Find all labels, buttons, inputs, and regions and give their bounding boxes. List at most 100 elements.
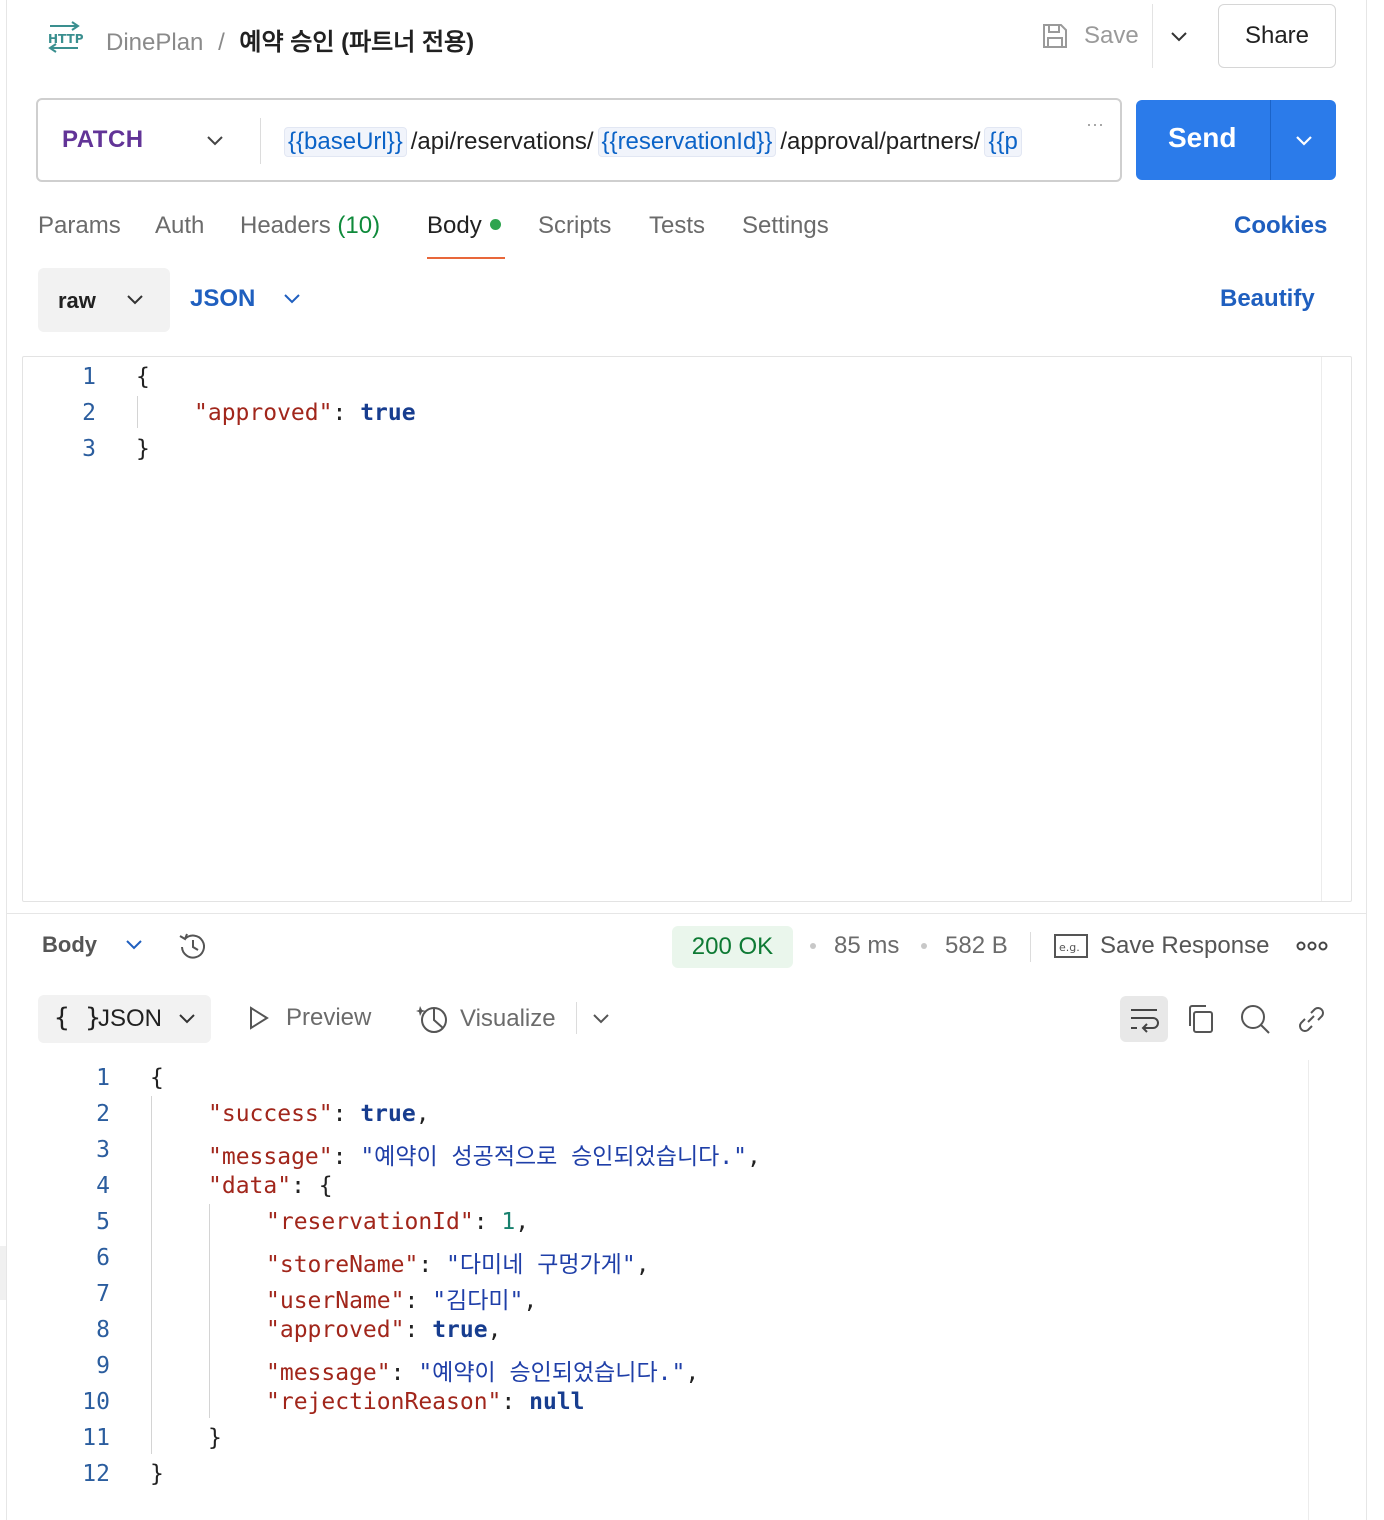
tab-settings[interactable]: Settings <box>742 212 829 240</box>
line-number: 2 <box>96 1101 110 1127</box>
visualize-button[interactable]: Visualize <box>416 1002 556 1036</box>
json-value: true <box>432 1317 488 1343</box>
code-line: "message": "예약이 승인되었습니다.", <box>266 1360 700 1386</box>
method-divider <box>260 118 261 164</box>
response-time[interactable]: 85 ms <box>834 932 899 960</box>
line-number: 11 <box>82 1425 110 1451</box>
preview-button[interactable]: Preview <box>246 1004 371 1032</box>
save-options-button[interactable] <box>1166 24 1192 50</box>
url-variable[interactable]: {{reservationId}} <box>597 127 777 157</box>
body-mode-label: raw <box>58 288 96 313</box>
json-value: "김다미" <box>432 1288 524 1314</box>
code-line: "userName": "김다미", <box>266 1288 538 1314</box>
line-number: 12 <box>82 1461 110 1487</box>
json-key: "userName" <box>266 1288 405 1314</box>
left-edge-stub <box>0 1246 6 1300</box>
code-brace-close: } <box>136 436 150 462</box>
chevron-down-icon[interactable] <box>1291 128 1317 154</box>
json-value: true <box>360 400 416 426</box>
history-icon[interactable] <box>176 930 210 964</box>
save-label: Save <box>1084 22 1139 49</box>
line-number: 2 <box>82 400 96 426</box>
save-response-button[interactable]: e.g. Save Response <box>1054 932 1269 960</box>
url-variable[interactable]: {{p <box>984 127 1022 157</box>
code-brace-close: } <box>208 1425 222 1451</box>
chevron-down-icon <box>1171 32 1187 42</box>
svg-text:e.g.: e.g. <box>1059 941 1080 954</box>
code-line: "success": true, <box>208 1101 430 1127</box>
active-tab-underline <box>427 257 505 259</box>
example-icon: e.g. <box>1054 934 1088 958</box>
chevron-down-icon <box>284 294 301 304</box>
response-body-selector[interactable]: Body <box>42 932 147 958</box>
json-value: "다미네 구멍가게" <box>446 1252 636 1278</box>
code-brace-open: { <box>136 364 150 390</box>
url-input[interactable]: {{baseUrl}}/api/reservations/{{reservati… <box>284 122 1084 162</box>
tab-auth[interactable]: Auth <box>155 212 204 240</box>
url-overflow: ··· <box>1086 114 1104 134</box>
chevron-down-icon <box>127 295 143 305</box>
more-options-icon[interactable] <box>1296 938 1328 954</box>
method-selector[interactable]: PATCH <box>62 126 144 154</box>
editor-scrollbar[interactable] <box>1321 357 1351 901</box>
request-body-editor[interactable] <box>22 356 1352 902</box>
cookies-link[interactable]: Cookies <box>1234 212 1327 240</box>
response-size[interactable]: 582 B <box>945 932 1008 960</box>
json-key: "reservationId" <box>266 1209 474 1235</box>
http-icon: HTTP <box>44 20 84 54</box>
json-value: true <box>360 1101 416 1127</box>
response-scrollbar[interactable] <box>1308 1060 1336 1520</box>
body-mode-selector[interactable]: raw <box>38 268 170 332</box>
json-key: "approved" <box>266 1317 405 1343</box>
tab-scripts[interactable]: Scripts <box>538 212 611 240</box>
meta-separator <box>810 943 816 949</box>
status-badge: 200 OK <box>672 926 793 968</box>
line-number: 9 <box>96 1353 110 1379</box>
save-button[interactable]: Save <box>1040 18 1139 54</box>
copy-icon[interactable] <box>1184 1002 1216 1036</box>
response-format-label: JSON <box>98 1005 163 1032</box>
json-key: "data" <box>208 1173 292 1199</box>
tab-headers[interactable]: Headers (10) <box>240 212 380 240</box>
code-line: "message": "예약이 성공적으로 승인되었습니다.", <box>208 1144 761 1170</box>
share-button[interactable]: Share <box>1218 4 1336 68</box>
beautify-link[interactable]: Beautify <box>1220 285 1315 313</box>
line-number: 7 <box>96 1281 110 1307</box>
wrap-lines-button[interactable] <box>1120 996 1168 1042</box>
url-variable[interactable]: {{baseUrl}} <box>284 127 407 157</box>
link-icon[interactable] <box>1294 1002 1328 1036</box>
tab-body[interactable]: Body <box>427 212 501 240</box>
preview-label: Preview <box>286 1004 372 1031</box>
code-brace-open: { <box>150 1065 164 1091</box>
line-number: 5 <box>96 1209 110 1235</box>
indent-guide <box>209 1204 210 1418</box>
search-icon[interactable] <box>1238 1002 1272 1036</box>
line-number: 10 <box>82 1389 110 1415</box>
line-number: 3 <box>96 1137 110 1163</box>
save-divider <box>1152 4 1153 68</box>
request-title[interactable]: 예약 승인 (파트너 전용) <box>239 29 474 56</box>
code-line: "data": { <box>208 1173 333 1199</box>
code-line: "approved": true <box>194 400 416 426</box>
response-body-viewer[interactable] <box>40 1060 1306 1520</box>
response-body-label: Body <box>42 932 97 957</box>
json-value: "예약이 성공적으로 승인되었습니다." <box>360 1144 747 1170</box>
visualize-divider <box>576 1002 577 1034</box>
send-button[interactable]: Send <box>1136 100 1336 180</box>
json-key: "approved" <box>194 400 333 426</box>
save-response-label: Save Response <box>1100 932 1270 959</box>
chevron-down-icon[interactable] <box>202 128 228 154</box>
wrap-lines-icon <box>1131 1009 1159 1033</box>
tab-body-label: Body <box>427 212 482 239</box>
body-format-selector[interactable]: JSON <box>190 285 305 313</box>
url-bar: PATCH {{baseUrl}}/api/reservations/{{res… <box>36 98 1122 182</box>
response-format-selector[interactable]: { } JSON <box>38 995 211 1043</box>
chevron-down-icon[interactable] <box>588 1006 614 1032</box>
indent-guide <box>137 396 138 428</box>
chevron-down-icon <box>126 940 142 950</box>
code-line: "rejectionReason": null <box>266 1389 585 1415</box>
send-divider <box>1270 100 1271 180</box>
tab-tests[interactable]: Tests <box>649 212 705 240</box>
breadcrumb-workspace[interactable]: DinePlan <box>106 29 203 56</box>
tab-params[interactable]: Params <box>38 212 121 240</box>
